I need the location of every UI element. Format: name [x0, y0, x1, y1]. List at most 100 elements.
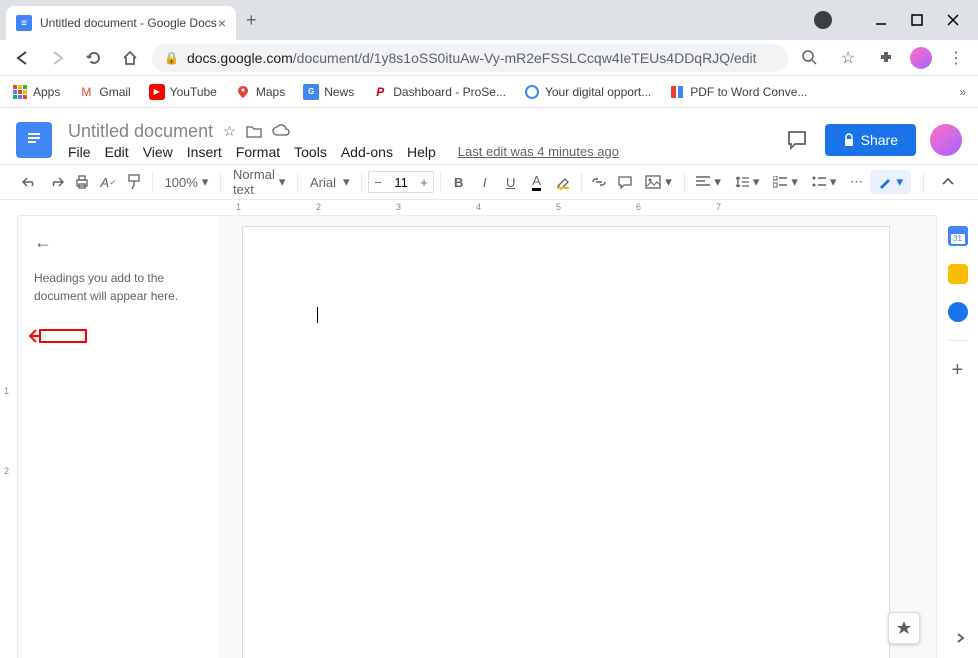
bookmark-star-icon[interactable]: ☆ — [834, 44, 862, 72]
hide-menus-button[interactable] — [936, 170, 960, 194]
outline-back-button[interactable]: ← — [34, 232, 52, 253]
menu-help[interactable]: Help — [407, 144, 436, 160]
chevron-down-icon: ▾ — [830, 174, 837, 190]
google-icon — [524, 84, 540, 100]
star-icon[interactable]: ☆ — [223, 123, 236, 140]
last-edit-link[interactable]: Last edit was 4 minutes ago — [458, 144, 619, 159]
tasks-icon[interactable] — [948, 302, 968, 322]
line-spacing-button[interactable]: ▾ — [729, 170, 766, 194]
bookmark-youtube[interactable]: ▶YouTube — [149, 84, 217, 100]
browser-tab[interactable]: ≡ Untitled document - Google Docs × — [6, 6, 236, 40]
menu-tools[interactable]: Tools — [294, 144, 327, 160]
menu-format[interactable]: Format — [236, 144, 280, 160]
more-button[interactable]: ⋯ — [844, 170, 868, 194]
insert-image-button[interactable]: ▾ — [639, 170, 678, 194]
editing-mode-button[interactable]: ▾ — [870, 170, 911, 194]
lock-icon: 🔒 — [164, 51, 179, 65]
vertical-ruler[interactable]: 1 2 — [0, 216, 18, 658]
window-minimize-button[interactable] — [874, 13, 888, 27]
text-color-button[interactable]: A — [525, 170, 549, 194]
bookmark-pdf[interactable]: PDF to Word Conve... — [669, 84, 807, 100]
bookmark-news[interactable]: GNews — [303, 84, 354, 100]
side-panel-collapse-button[interactable] — [954, 632, 966, 644]
cloud-status-icon[interactable] — [272, 124, 290, 138]
font-dropdown[interactable]: Arial ▾ — [304, 170, 356, 194]
undo-button[interactable] — [18, 170, 42, 194]
account-avatar[interactable] — [930, 124, 962, 156]
document-page[interactable] — [242, 226, 890, 658]
move-icon[interactable] — [246, 124, 262, 138]
highlight-color-button[interactable] — [551, 170, 575, 194]
add-comment-button[interactable] — [613, 170, 637, 194]
zoom-icon[interactable] — [796, 44, 824, 72]
redo-button[interactable] — [44, 170, 68, 194]
checklist-button[interactable]: ▾ — [767, 170, 804, 194]
insert-link-button[interactable] — [587, 170, 611, 194]
chevron-down-icon: ▾ — [202, 174, 209, 190]
keep-icon[interactable] — [948, 264, 968, 284]
browser-forward-button[interactable] — [44, 44, 72, 72]
font-size-increase-button[interactable]: + — [415, 175, 433, 190]
menu-edit[interactable]: Edit — [105, 144, 129, 160]
bulleted-list-button[interactable]: ▾ — [806, 170, 843, 194]
toolbar: A✓ 100% ▾ Normal text ▾ Arial ▾ − + B I … — [0, 164, 978, 200]
browser-avatar[interactable] — [910, 47, 932, 69]
spellcheck-button[interactable]: A✓ — [96, 170, 120, 194]
browser-reload-button[interactable] — [80, 44, 108, 72]
browser-nav-bar: 🔒 docs.google.com/document/d/1y8s1oSS0it… — [0, 40, 978, 76]
docs-logo-icon[interactable] — [16, 122, 52, 158]
print-button[interactable] — [70, 170, 94, 194]
styles-dropdown[interactable]: Normal text ▾ — [227, 170, 291, 194]
window-close-button[interactable] — [946, 13, 960, 27]
font-size-decrease-button[interactable]: − — [369, 175, 387, 190]
url-text: docs.google.com/document/d/1y8s1oSS0ituA… — [187, 50, 757, 66]
gmail-icon: M — [78, 84, 94, 100]
docs-header: Untitled document ☆ File Edit View Inser… — [0, 108, 978, 164]
chevron-down-icon: ▾ — [896, 174, 903, 190]
bold-button[interactable]: B — [447, 170, 471, 194]
chevron-down-icon: ▾ — [343, 174, 350, 190]
bookmark-maps[interactable]: Maps — [235, 84, 285, 100]
news-icon: G — [303, 84, 319, 100]
apps-grid-icon — [13, 85, 27, 99]
zoom-dropdown[interactable]: 100% ▾ — [159, 170, 215, 194]
menu-bar: File Edit View Insert Format Tools Add-o… — [68, 144, 783, 160]
menu-file[interactable]: File — [68, 144, 91, 160]
align-button[interactable]: ▾ — [690, 170, 727, 194]
font-size-input[interactable] — [387, 175, 415, 190]
browser-home-button[interactable] — [116, 44, 144, 72]
profile-badge-icon[interactable] — [814, 11, 832, 29]
bookmark-dashboard[interactable]: PDashboard - ProSe... — [372, 84, 506, 100]
docs-favicon: ≡ — [16, 15, 32, 31]
bookmark-digital[interactable]: Your digital opport... — [524, 84, 651, 100]
calendar-icon[interactable] — [948, 226, 968, 246]
document-canvas[interactable] — [218, 216, 936, 658]
bookmarks-bar: Apps MGmail ▶YouTube Maps GNews PDashboa… — [0, 76, 978, 108]
outline-panel: ← Headings you add to the document will … — [18, 216, 218, 658]
share-button[interactable]: Share — [825, 124, 916, 156]
horizontal-ruler[interactable]: 1 2 3 4 5 6 7 — [18, 200, 936, 216]
comments-button[interactable] — [783, 126, 811, 154]
extensions-icon[interactable] — [872, 44, 900, 72]
underline-button[interactable]: U — [499, 170, 523, 194]
paint-format-button[interactable] — [122, 170, 146, 194]
menu-addons[interactable]: Add-ons — [341, 144, 393, 160]
explore-button[interactable] — [888, 612, 920, 644]
tab-close-icon[interactable]: × — [218, 15, 226, 31]
font-size-control: − + — [368, 171, 434, 193]
url-bar[interactable]: 🔒 docs.google.com/document/d/1y8s1oSS0it… — [152, 44, 788, 72]
pdf-icon — [669, 84, 685, 100]
menu-view[interactable]: View — [143, 144, 173, 160]
bookmarks-overflow-icon[interactable]: » — [959, 85, 966, 99]
browser-menu-icon[interactable]: ⋮ — [942, 44, 970, 72]
bookmark-apps[interactable]: Apps — [12, 84, 60, 100]
bookmark-gmail[interactable]: MGmail — [78, 84, 130, 100]
browser-back-button[interactable] — [8, 44, 36, 72]
italic-button[interactable]: I — [473, 170, 497, 194]
window-maximize-button[interactable] — [910, 13, 924, 27]
doc-title[interactable]: Untitled document — [68, 121, 213, 142]
pinterest-icon: P — [372, 84, 388, 100]
menu-insert[interactable]: Insert — [187, 144, 222, 160]
add-addon-button[interactable]: + — [952, 359, 964, 382]
new-tab-button[interactable]: + — [246, 10, 257, 31]
